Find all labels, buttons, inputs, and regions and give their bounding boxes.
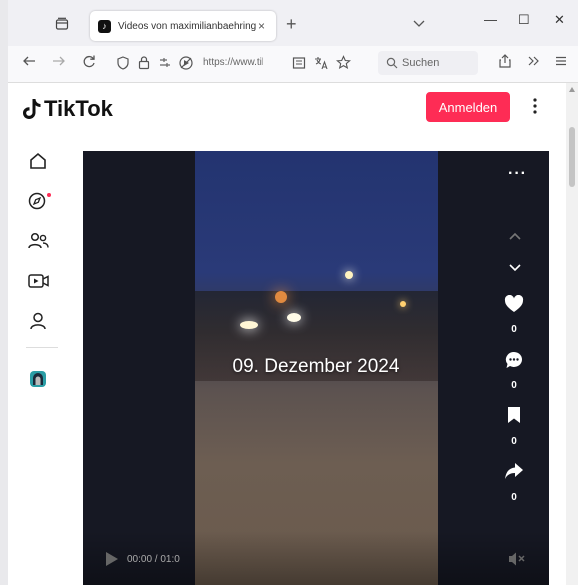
page-scrollbar[interactable] [566,83,578,585]
video-more-button[interactable]: ··· [508,165,527,183]
hamburger-menu-icon [556,56,566,66]
login-button[interactable]: Anmelden [426,92,510,122]
previous-video-icon[interactable] [508,231,522,241]
comment-count: 0 [511,380,517,391]
shield-icon[interactable] [116,56,130,70]
back-button[interactable] [22,54,36,71]
share-arrow-icon[interactable] [504,462,524,480]
tiktok-page: TikTok Anmelden 09. Dezember 2024 ··· 0 … [8,83,566,585]
street-light [275,291,287,303]
following-icon [28,232,49,249]
url-bar[interactable]: https://www.tik [108,51,370,75]
tiktok-logo[interactable]: TikTok [22,96,113,122]
sidebar-home[interactable] [28,151,48,176]
scrollbar-thumb[interactable] [569,127,575,187]
minimize-button[interactable]: — [484,12,497,27]
vertical-dots-icon [533,98,537,114]
translate-icon[interactable] [314,56,328,70]
reload-icon [83,55,95,68]
comment-icon[interactable] [505,351,523,369]
search-placeholder: Suchen [402,57,440,69]
sidebar-following[interactable] [28,231,50,256]
sidebar-divider [26,347,58,348]
save-count: 0 [511,436,517,447]
home-icon [30,152,46,169]
list-all-tabs-button[interactable] [52,14,72,34]
forward-arrow-icon [53,56,65,66]
tab-title: Videos von maximilianbaehring [118,20,256,32]
navigation-bar: https://www.tik Suchen [8,46,578,83]
sidebar-live[interactable] [28,272,50,295]
logo-text: TikTok [44,96,113,121]
tab-list-icon [55,17,69,30]
share-icon [499,54,511,68]
tiktok-favicon: ♪ [98,19,111,33]
autoplay-blocked-icon[interactable] [178,55,194,71]
scroll-up-icon[interactable] [569,87,575,92]
muted-speaker-icon[interactable] [508,551,526,567]
forward-button[interactable] [52,54,66,71]
video-controls: 00:00 / 01:0 [83,531,549,585]
chevron-down-icon [413,20,425,27]
user-avatar [30,371,46,387]
sidebar-profile[interactable] [28,311,48,336]
app-menu-button[interactable] [554,54,568,71]
video-player[interactable]: 09. Dezember 2024 ··· 0 0 0 0 00:00 / 01… [83,151,549,585]
street-light [287,313,301,322]
play-icon[interactable] [105,551,119,567]
tab-close-icon[interactable]: × [258,19,265,33]
bookmark-star-icon[interactable] [336,55,351,70]
maximize-button[interactable]: ☐ [518,12,530,28]
search-field[interactable]: Suchen [378,51,478,75]
overflow-toolbar-button[interactable] [526,54,540,72]
reader-view-icon[interactable] [292,56,306,70]
profile-icon [30,312,46,330]
tab-tiktok-videos[interactable]: ♪ Videos von maximilianbaehring × [90,11,276,41]
back-arrow-icon [23,56,35,66]
tab-dropdown-button[interactable] [413,15,425,33]
video-overlay-text: 09. Dezember 2024 [232,356,400,377]
search-icon [386,57,398,69]
street-light [400,301,406,307]
reload-button[interactable] [82,54,96,71]
live-icon [28,274,49,288]
street-light [345,271,353,279]
like-count: 0 [511,324,517,335]
close-window-button[interactable]: ✕ [554,12,565,28]
new-tab-button[interactable]: + [286,14,297,35]
sidebar-explore[interactable] [28,191,52,216]
share-count: 0 [511,492,517,503]
explore-icon [28,192,51,210]
street-light [240,321,258,329]
like-heart-icon[interactable] [504,295,524,313]
share-page-button[interactable] [498,54,512,71]
next-video-icon[interactable] [508,263,522,273]
url-text[interactable]: https://www.tik [203,57,263,68]
save-bookmark-icon[interactable] [507,406,521,424]
lock-icon[interactable] [138,55,150,70]
permissions-icon[interactable] [158,56,172,70]
sidebar-user-avatar[interactable] [28,369,48,394]
double-chevron-right-icon [528,56,539,66]
window-frame [0,0,8,585]
tiktok-note-icon [23,99,41,119]
more-options-button[interactable] [532,97,538,120]
video-time: 00:00 / 01:0 [127,554,180,565]
tab-bar: ♪ Videos von maximilianbaehring × + — ☐ … [8,0,578,46]
